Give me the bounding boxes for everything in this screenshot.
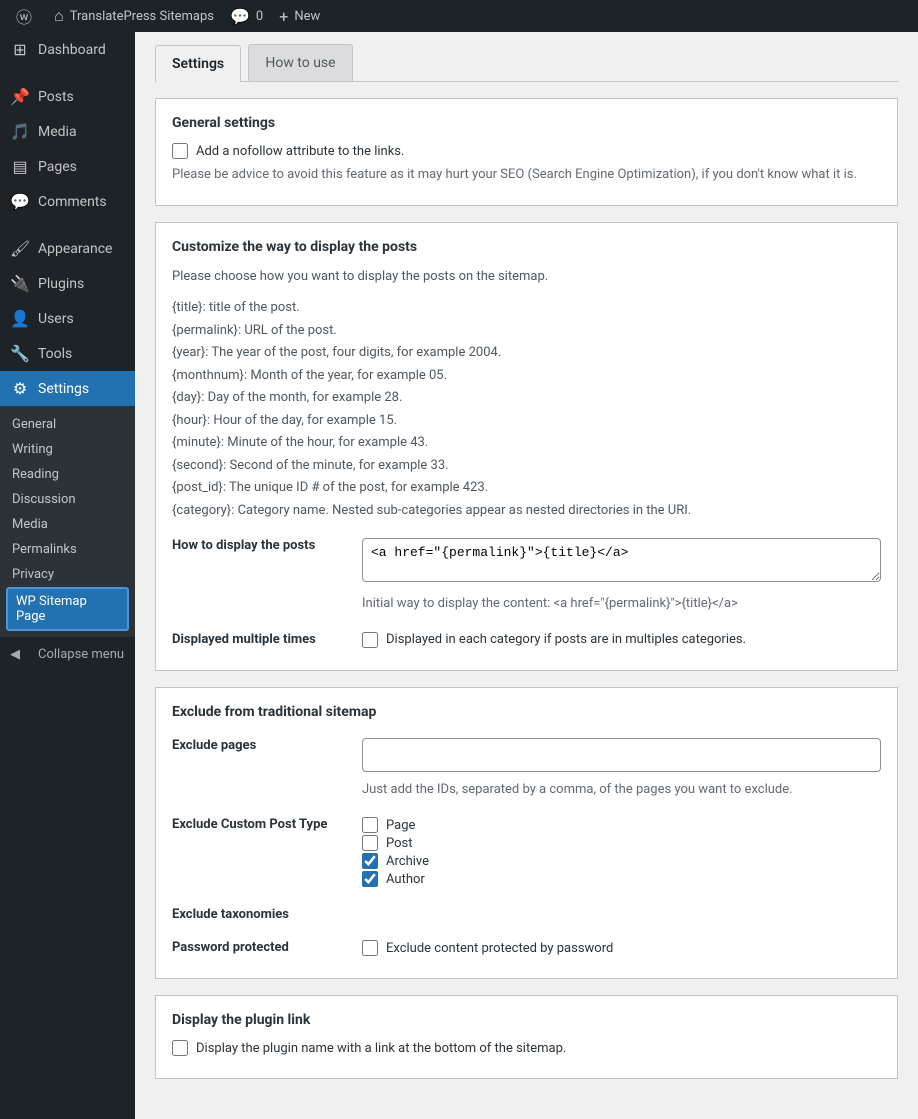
- menu-users[interactable]: 👤Users: [0, 301, 135, 336]
- how-display-label: How to display the posts: [172, 538, 362, 614]
- cpt-archive-label[interactable]: Archive: [386, 854, 429, 869]
- wp-logo[interactable]: ⓦ: [8, 0, 46, 32]
- how-display-hint: Initial way to display the content: <a h…: [362, 594, 881, 614]
- comments-count: 0: [256, 9, 263, 24]
- plugin-link-label[interactable]: Display the plugin name with a link at t…: [196, 1041, 566, 1056]
- password-check-label[interactable]: Exclude content protected by password: [386, 941, 613, 956]
- token-postid: {post_id}: The unique ID # of the post, …: [172, 478, 881, 498]
- tab-settings[interactable]: Settings: [155, 45, 241, 82]
- multi-check-label[interactable]: Displayed in each category if posts are …: [386, 632, 746, 647]
- submenu-permalinks[interactable]: Permalinks: [0, 537, 135, 562]
- menu-media[interactable]: 🎵Media: [0, 114, 135, 149]
- panel-customize-title: Customize the way to display the posts: [172, 239, 881, 255]
- sliders-icon: ⚙: [10, 379, 30, 398]
- how-display-textarea[interactable]: [362, 538, 881, 582]
- token-hour: {hour}: Hour of the day, for example 15.: [172, 411, 881, 431]
- menu-comments[interactable]: 💬Comments: [0, 184, 135, 219]
- customize-intro: Please choose how you want to display th…: [172, 267, 881, 287]
- submenu-media[interactable]: Media: [0, 512, 135, 537]
- dashboard-icon: ⊞: [10, 40, 30, 59]
- cpt-archive-checkbox[interactable]: [362, 853, 378, 869]
- cpt-post-checkbox[interactable]: [362, 835, 378, 851]
- plus-icon: +: [279, 7, 288, 26]
- nofollow-hint: Please be advice to avoid this feature a…: [172, 165, 881, 185]
- site-link[interactable]: ⌂ TranslatePress Sitemaps: [46, 0, 222, 32]
- submenu-discussion[interactable]: Discussion: [0, 487, 135, 512]
- cpt-post-label[interactable]: Post: [386, 836, 413, 851]
- tab-how-to-use[interactable]: How to use: [248, 44, 352, 81]
- token-day: {day}: Day of the month, for example 28.: [172, 388, 881, 408]
- panel-customize: Customize the way to display the posts P…: [155, 222, 898, 671]
- new-label: New: [294, 9, 320, 24]
- token-category: {category}: Category name. Nested sub-ca…: [172, 501, 881, 521]
- panel-plugin-link-title: Display the plugin link: [172, 1012, 881, 1028]
- collapse-menu[interactable]: ◀Collapse menu: [0, 637, 135, 672]
- menu-settings[interactable]: ⚙Settings: [0, 371, 135, 406]
- exclude-tax-label: Exclude taxonomies: [172, 907, 362, 922]
- multi-label: Displayed multiple times: [172, 632, 362, 650]
- exclude-pages-label: Exclude pages: [172, 738, 362, 800]
- menu-plugins[interactable]: 🔌Plugins: [0, 266, 135, 301]
- comment-icon: 💬: [230, 7, 250, 26]
- token-monthnum: {monthnum}: Month of the year, for examp…: [172, 366, 881, 386]
- comments-link[interactable]: 💬0: [222, 0, 271, 32]
- submenu-privacy[interactable]: Privacy: [0, 562, 135, 587]
- cpt-page-label[interactable]: Page: [386, 818, 415, 833]
- admin-bar: ⓦ ⌂TranslatePress Sitemaps 💬0 +New: [0, 0, 918, 32]
- admin-sidebar: ⊞Dashboard 📌Posts 🎵Media ▤Pages 💬Comment…: [0, 32, 135, 1119]
- site-title: TranslatePress Sitemaps: [70, 9, 214, 24]
- menu-appearance[interactable]: 🖌Appearance: [0, 231, 135, 266]
- settings-submenu: General Writing Reading Discussion Media…: [0, 406, 135, 637]
- submenu-reading[interactable]: Reading: [0, 462, 135, 487]
- token-title: {title}: title of the post.: [172, 298, 881, 318]
- menu-pages[interactable]: ▤Pages: [0, 149, 135, 184]
- tabs: Settings How to use: [155, 44, 898, 82]
- media-icon: 🎵: [10, 122, 30, 141]
- panel-exclude-title: Exclude from traditional sitemap: [172, 704, 881, 720]
- panel-exclude: Exclude from traditional sitemap Exclude…: [155, 687, 898, 980]
- submenu-general[interactable]: General: [0, 412, 135, 437]
- wrench-icon: 🔧: [10, 344, 30, 363]
- token-year: {year}: The year of the post, four digit…: [172, 343, 881, 363]
- multi-checkbox[interactable]: [362, 632, 378, 648]
- home-icon: ⌂: [54, 6, 64, 26]
- token-list: {title}: title of the post. {permalink}:…: [172, 298, 881, 520]
- exclude-pages-hint: Just add the IDs, separated by a comma, …: [362, 780, 881, 800]
- token-permalink: {permalink}: URL of the post.: [172, 321, 881, 341]
- token-second: {second}: Second of the minute, for exam…: [172, 456, 881, 476]
- menu-tools[interactable]: 🔧Tools: [0, 336, 135, 371]
- comment-icon: 💬: [10, 192, 30, 211]
- plugin-link-checkbox[interactable]: [172, 1040, 188, 1056]
- cpt-author-checkbox[interactable]: [362, 871, 378, 887]
- plug-icon: 🔌: [10, 274, 30, 293]
- panel-plugin-link: Display the plugin link Display the plug…: [155, 995, 898, 1079]
- nofollow-checkbox[interactable]: [172, 143, 188, 159]
- page-icon: ▤: [10, 157, 30, 176]
- main-content: Settings How to use General settings Add…: [135, 32, 918, 1119]
- menu-dashboard[interactable]: ⊞Dashboard: [0, 32, 135, 67]
- panel-general: General settings Add a nofollow attribut…: [155, 98, 898, 206]
- menu-posts[interactable]: 📌Posts: [0, 79, 135, 114]
- panel-general-title: General settings: [172, 115, 881, 131]
- wordpress-icon: ⓦ: [16, 4, 32, 28]
- new-link[interactable]: + New: [271, 0, 328, 32]
- cpt-author-label[interactable]: Author: [386, 872, 425, 887]
- submenu-wp-sitemap-page[interactable]: WP Sitemap Page: [6, 587, 129, 631]
- user-icon: 👤: [10, 309, 30, 328]
- cpt-page-checkbox[interactable]: [362, 817, 378, 833]
- brush-icon: 🖌: [10, 239, 30, 258]
- password-label: Password protected: [172, 940, 362, 958]
- submenu-writing[interactable]: Writing: [0, 437, 135, 462]
- nofollow-label[interactable]: Add a nofollow attribute to the links.: [196, 144, 404, 159]
- exclude-cpt-label: Exclude Custom Post Type: [172, 817, 362, 889]
- exclude-pages-input[interactable]: [362, 738, 881, 772]
- token-minute: {minute}: Minute of the hour, for exampl…: [172, 433, 881, 453]
- pin-icon: 📌: [10, 87, 30, 106]
- password-checkbox[interactable]: [362, 940, 378, 956]
- chevron-left-icon: ◀: [10, 647, 30, 662]
